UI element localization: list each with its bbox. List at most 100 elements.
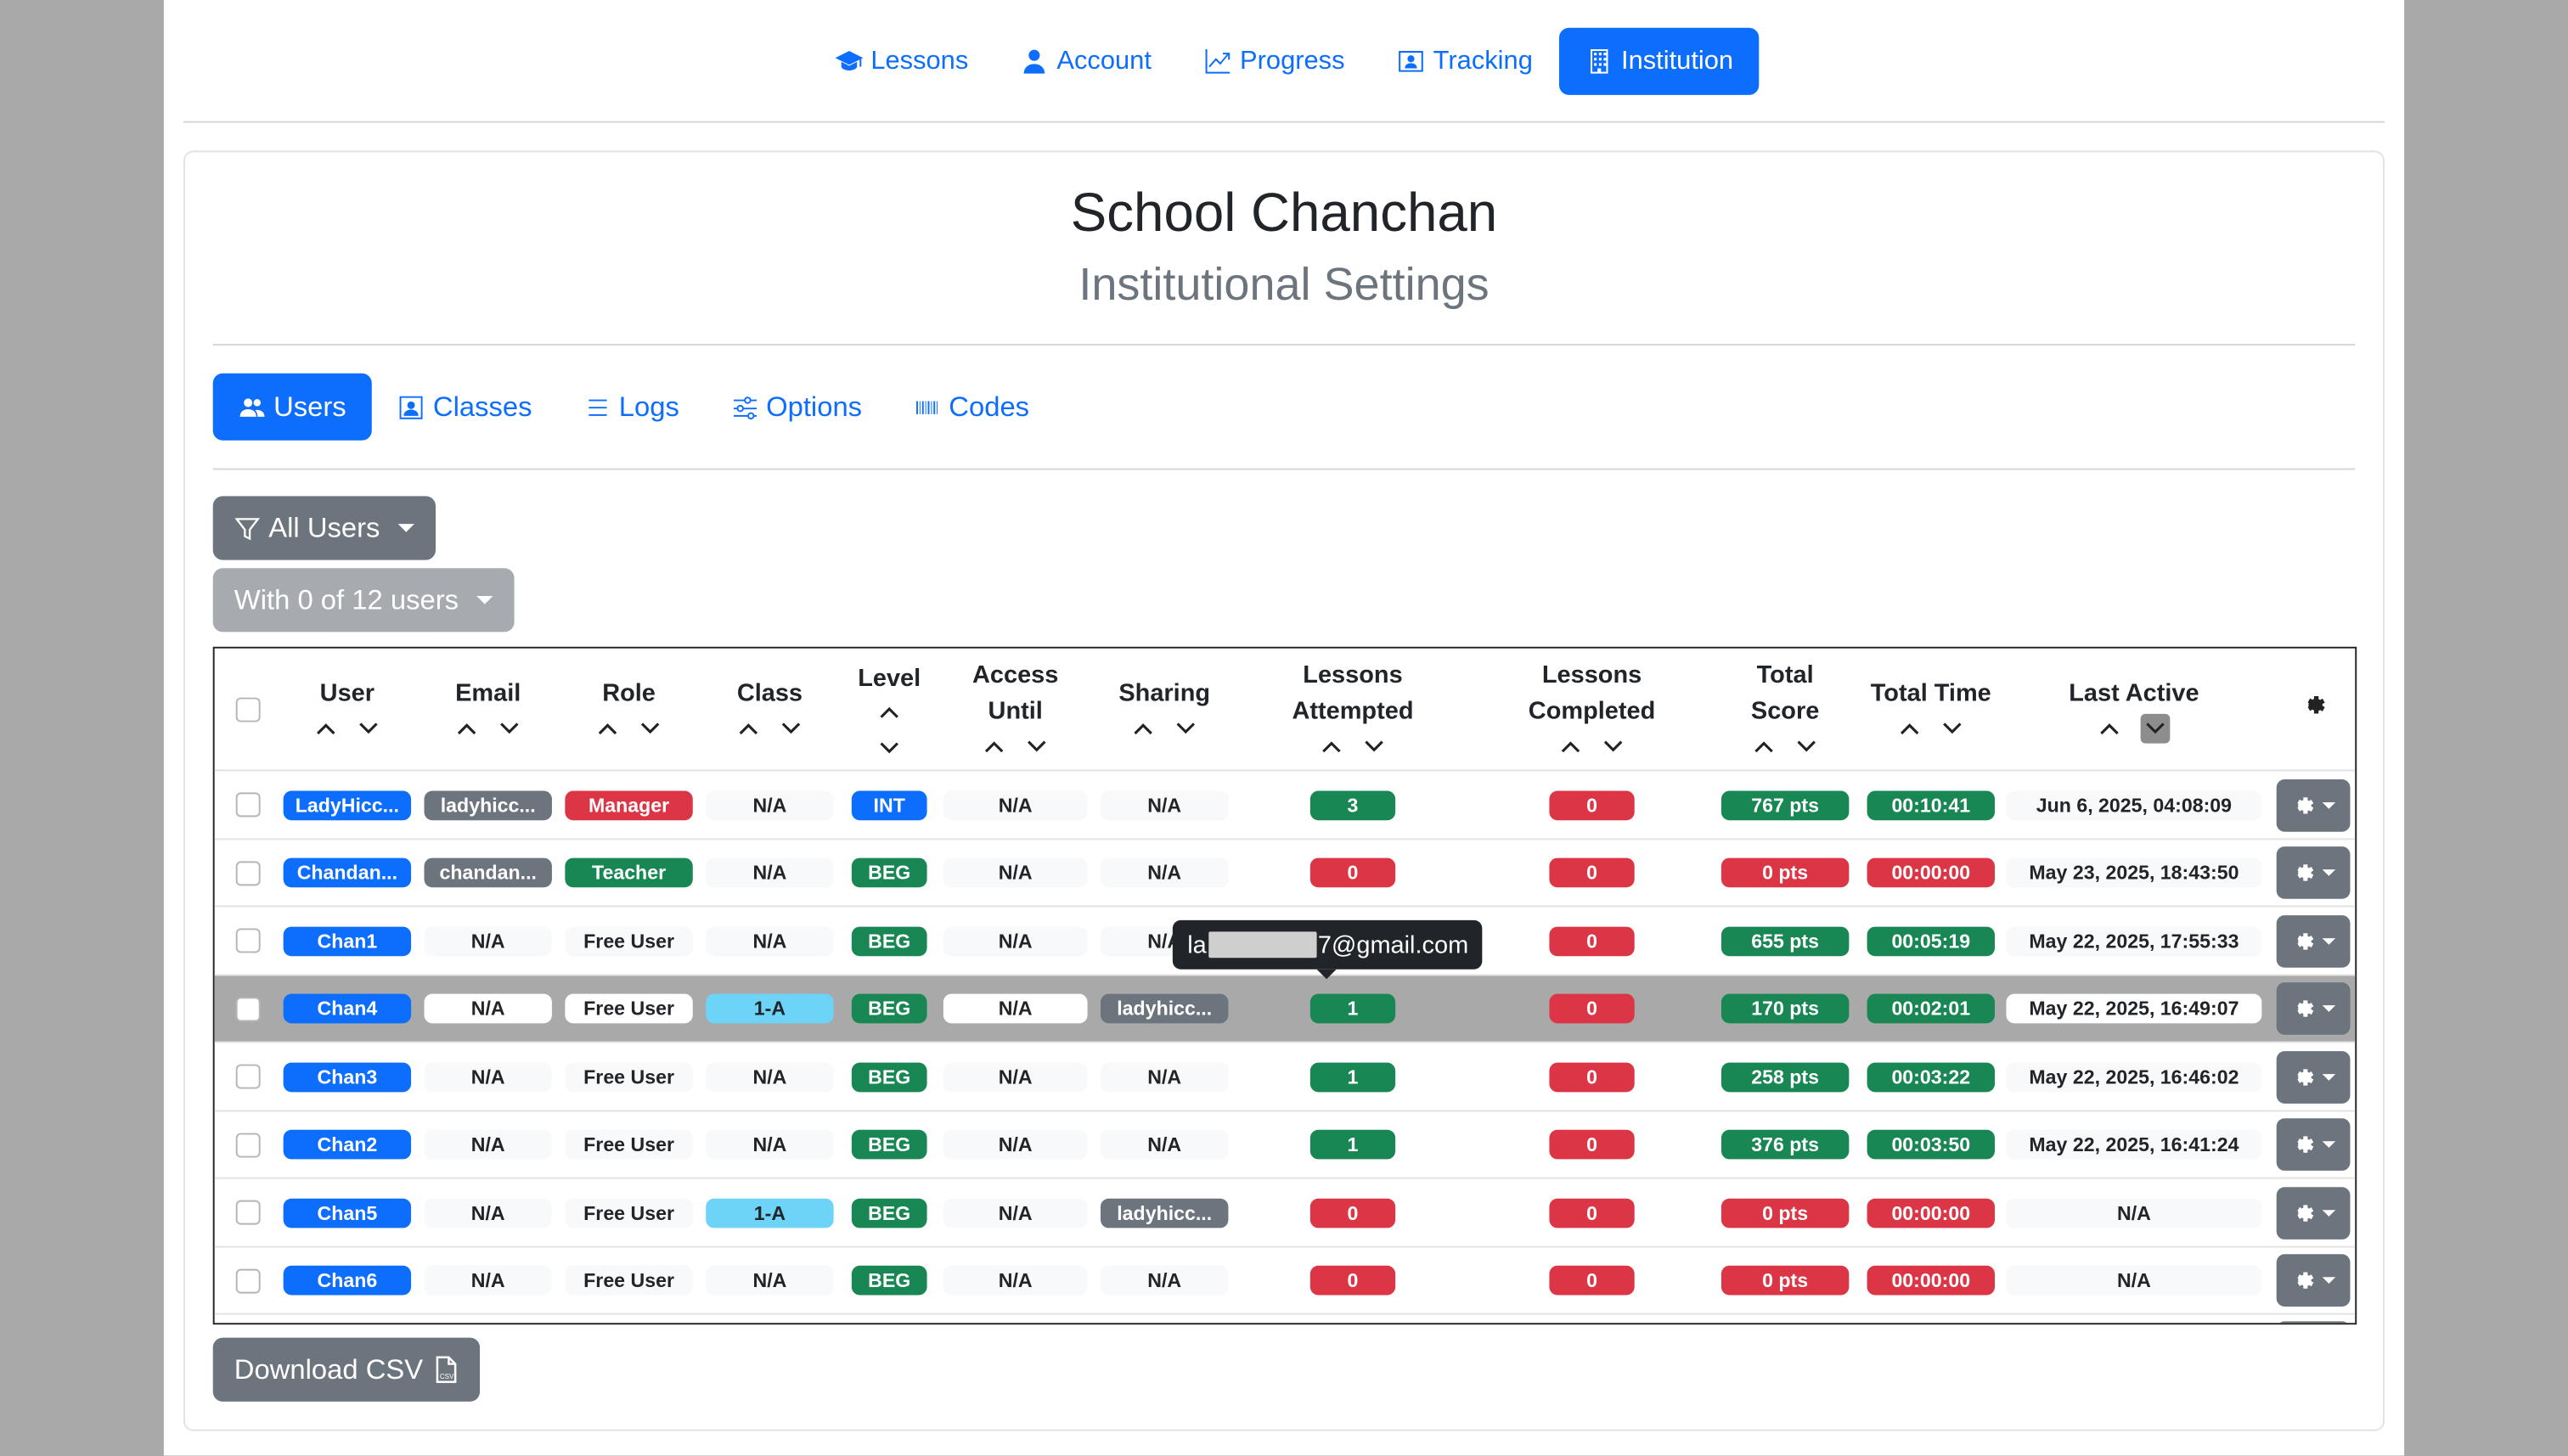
chevron-down-icon — [2322, 1209, 2336, 1217]
cell-gear — [2270, 975, 2355, 1043]
cell-user: Chan6 — [280, 1247, 414, 1315]
role-badge: Free User — [565, 1266, 693, 1296]
chevron-up-icon[interactable] — [1559, 734, 1582, 757]
tab-codes[interactable]: Codes — [888, 374, 1056, 441]
tab-logs[interactable]: Logs — [558, 374, 705, 441]
total-time-badge: 00:00:00 — [1867, 1198, 1995, 1228]
row-checkbox[interactable] — [234, 997, 260, 1021]
chevron-down-icon[interactable] — [2140, 712, 2171, 743]
cell-time: 00:03:22 — [1861, 1043, 2002, 1110]
row-checkbox[interactable] — [234, 860, 260, 885]
cell-chk — [215, 975, 280, 1043]
row-settings-button[interactable] — [2275, 1118, 2350, 1172]
row-settings-button[interactable] — [2275, 846, 2350, 900]
user-badge[interactable]: LadyHicc... — [283, 790, 412, 820]
tab-options[interactable]: Options — [706, 374, 888, 441]
nav-progress[interactable]: Progress — [1178, 28, 1371, 95]
chevron-up-icon[interactable] — [596, 717, 619, 739]
chevron-down-icon[interactable] — [1940, 717, 1963, 739]
level-badge: INT — [851, 790, 927, 820]
cell-access: N/A — [940, 975, 1090, 1043]
cell-score: 258 pts — [1713, 1043, 1857, 1110]
user-badge[interactable]: Chan3 — [283, 1062, 412, 1092]
chevron-up-icon[interactable] — [878, 700, 901, 722]
cell-last: May 22, 2025, 16:41:24 — [2005, 1111, 2264, 1179]
chevron-down-icon[interactable] — [639, 717, 662, 739]
chevron-up-icon[interactable] — [983, 734, 1005, 757]
chevron-up-icon[interactable] — [2098, 717, 2120, 739]
user-badge[interactable]: Chan6 — [283, 1266, 412, 1296]
class-badge: N/A — [706, 1062, 834, 1092]
chevron-up-icon[interactable] — [1753, 734, 1776, 757]
tab-logs-label: Logs — [618, 390, 679, 422]
selected-users-dropdown[interactable]: With 0 of 12 users — [212, 568, 515, 632]
email-badge: N/A — [424, 1198, 552, 1228]
row-checkbox[interactable] — [234, 792, 260, 818]
select-all-checkbox[interactable] — [234, 697, 260, 722]
cell-role: Free User — [561, 907, 696, 975]
nav-account[interactable]: Account — [994, 28, 1178, 95]
user-badge[interactable]: Chandan... — [283, 858, 412, 888]
chevron-up-icon[interactable] — [455, 717, 478, 739]
chevron-up-icon[interactable] — [1320, 734, 1343, 757]
nav-institution[interactable]: Institution — [1558, 27, 1760, 95]
sort-controls — [983, 729, 1048, 762]
tab-classes[interactable]: Classes — [373, 374, 559, 441]
cell-completed: 0 — [1476, 1043, 1709, 1110]
chevron-down-icon[interactable] — [1174, 717, 1197, 739]
row-checkbox[interactable] — [234, 1065, 260, 1089]
chevron-up-icon[interactable] — [314, 717, 337, 739]
email-badge: N/A — [424, 1266, 552, 1296]
sort-controls — [455, 711, 521, 745]
nav-lessons[interactable]: Lessons — [808, 28, 994, 95]
row-settings-button[interactable] — [2275, 1186, 2350, 1240]
cell-access: N/A — [940, 1111, 1090, 1179]
user-badge[interactable]: Chan5 — [283, 1198, 412, 1228]
gear-icon[interactable] — [2299, 690, 2327, 729]
chevron-down-icon[interactable] — [357, 717, 380, 739]
row-checkbox[interactable] — [234, 928, 260, 953]
row-settings-button[interactable] — [2275, 982, 2350, 1036]
cell-attempted: 1 — [1238, 975, 1467, 1043]
row-checkbox[interactable] — [234, 1133, 260, 1158]
total-score-badge: 258 pts — [1720, 1062, 1850, 1092]
chevron-up-icon[interactable] — [1132, 717, 1155, 739]
chevron-down-icon[interactable] — [1025, 734, 1048, 757]
download-csv-button[interactable]: Download CSV CSV — [212, 1337, 481, 1402]
row-checkbox[interactable] — [234, 1200, 260, 1226]
row-settings-button[interactable] — [2275, 1254, 2350, 1307]
cell-completed: 0 — [1476, 771, 1709, 839]
user-badge[interactable]: Chan2 — [283, 1130, 412, 1160]
chevron-down-icon[interactable] — [780, 717, 802, 739]
cell-gear — [2270, 1179, 2355, 1247]
cell-user: Chan2 — [280, 1111, 414, 1179]
row-settings-button[interactable] — [2275, 914, 2350, 968]
email-badge: chandan... — [424, 858, 552, 888]
nav-tracking[interactable]: Tracking — [1371, 28, 1558, 95]
chevron-up-icon[interactable] — [1898, 717, 1921, 739]
chevron-down-icon[interactable] — [498, 717, 521, 739]
chevron-down-icon[interactable] — [1795, 734, 1818, 757]
chevron-down-icon[interactable] — [1363, 734, 1386, 757]
tab-codes-label: Codes — [949, 390, 1030, 422]
level-badge: BEG — [851, 994, 927, 1024]
table-row: Chan6 N/A Free User N/A BEG N/A N/A 0 0 0 pts 00:0… — [214, 1247, 2356, 1315]
all-users-dropdown[interactable]: All Users — [212, 496, 436, 560]
column-header-label: Sharing — [1118, 678, 1211, 707]
user-badge[interactable]: Chan4 — [283, 994, 412, 1024]
lessons-completed-badge: 0 — [1549, 1198, 1635, 1228]
row-settings-button[interactable] — [2275, 779, 2350, 832]
lessons-attempted-badge: 3 — [1309, 790, 1396, 820]
total-time-badge: 00:10:41 — [1867, 790, 1995, 820]
chevron-up-icon[interactable] — [737, 717, 760, 739]
tab-users[interactable]: Users — [212, 373, 373, 441]
cell-gear — [2270, 1111, 2355, 1179]
row-settings-button[interactable] — [2275, 1321, 2350, 1324]
cell-last: Jun 6, 2025, 04:08:09 — [2005, 771, 2264, 839]
chevron-down-icon[interactable] — [878, 736, 901, 759]
row-settings-button[interactable] — [2275, 1050, 2350, 1104]
row-checkbox[interactable] — [234, 1268, 260, 1294]
table-row: LadyHicc... ladyhicc... Manager N/A INT N/A N/… — [214, 771, 2356, 840]
user-badge[interactable]: Chan1 — [283, 926, 412, 956]
chevron-down-icon[interactable] — [1602, 734, 1625, 757]
